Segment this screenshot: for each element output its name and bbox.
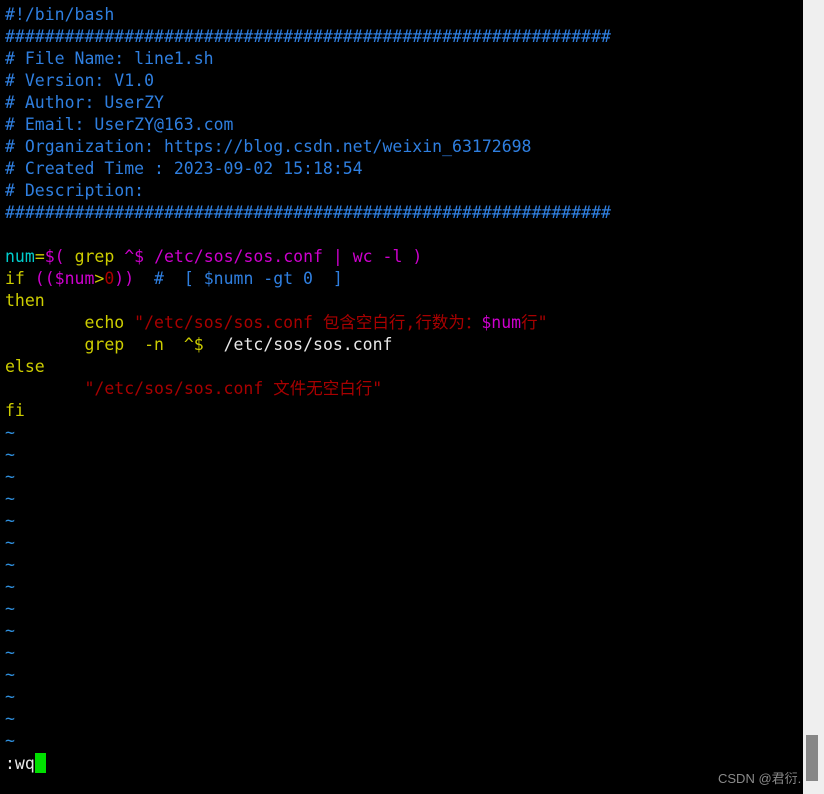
comparison-operator: > (94, 269, 105, 288)
code-line-email: # Email: UserZY@163.com (5, 114, 803, 136)
echo-keyword: echo (84, 313, 125, 332)
if-keyword: if (5, 269, 25, 288)
grep-flag-n: -n (124, 335, 164, 354)
vim-text-buffer[interactable]: #!/bin/bash ############################… (5, 4, 803, 752)
organization-comment: # Organization: https://blog.csdn.net/we… (5, 137, 532, 156)
echo-indent (5, 313, 84, 332)
if-condition-close: )) (114, 269, 135, 288)
csdn-watermark: CSDN @君衍. (718, 771, 802, 786)
empty-line-marker: ~ (5, 643, 15, 662)
else-message: "/etc/sos/sos.conf 文件无空白行" (84, 379, 383, 398)
code-line-else-string: "/etc/sos/sos.conf 文件无空白行" (5, 378, 803, 400)
code-line-version: # Version: V1.0 (5, 70, 803, 92)
empty-line-marker: ~ (5, 731, 15, 750)
grep-keyword: grep (84, 335, 125, 354)
grep-regex-pattern: ^$ (114, 247, 155, 266)
else-indent (5, 379, 84, 398)
code-line-organization: # Organization: https://blog.csdn.net/we… (5, 136, 803, 158)
empty-line-marker: ~ (5, 577, 15, 596)
assign-operator: = (34, 247, 45, 266)
code-line-fi: fi (5, 400, 803, 422)
empty-line-markers: ~ ~ ~ ~ ~ ~ ~ ~ ~ ~ ~ ~ ~ ~ ~ (5, 422, 803, 752)
empty-line-marker: ~ (5, 467, 15, 486)
comparison-value: 0 (104, 269, 115, 288)
separator-text-bottom: ########################################… (5, 203, 611, 222)
empty-line-marker: ~ (5, 511, 15, 530)
echo-variable: $num (481, 313, 522, 332)
code-line-separator-bottom: ########################################… (5, 202, 803, 224)
page-sidebar (803, 0, 824, 794)
grep-command: grep (74, 247, 115, 266)
vim-terminal-screen: #!/bin/bash ############################… (0, 0, 824, 794)
code-line-file-name: # File Name: line1.sh (5, 48, 803, 70)
version-comment: # Version: V1.0 (5, 71, 155, 90)
grep-indent (5, 335, 84, 354)
code-line-description: # Description: (5, 180, 803, 202)
empty-line-marker: ~ (5, 423, 15, 442)
author-comment: # Author: UserZY (5, 93, 164, 112)
code-line-shebang: #!/bin/bash (5, 4, 803, 26)
file-name-comment: # File Name: line1.sh (5, 49, 214, 68)
text-cursor (34, 753, 46, 773)
variable-name: num (5, 247, 35, 266)
empty-line-marker: ~ (5, 555, 15, 574)
terminal-window[interactable]: #!/bin/bash ############################… (0, 0, 803, 794)
code-line-separator-top: ########################################… (5, 26, 803, 48)
empty-line-marker: ~ (5, 533, 15, 552)
grep-file-path: /etc/sos/sos.conf (203, 335, 393, 354)
subshell-open: $( (44, 247, 75, 266)
created-time-comment: # Created Time : 2023-09-02 15:18:54 (5, 159, 363, 178)
echo-space (124, 313, 134, 332)
else-keyword: else (5, 357, 45, 376)
code-line-if: if (($num>0)) # [ $numn -gt 0 ] (5, 268, 803, 290)
empty-line-marker: ~ (5, 709, 15, 728)
then-keyword: then (5, 291, 45, 310)
code-line-grep: grep -n ^$ /etc/sos/sos.conf (5, 334, 803, 356)
code-line-assignment: num=$( grep ^$ /etc/sos/sos.conf | wc -l… (5, 246, 803, 268)
empty-line-marker: ~ (5, 687, 15, 706)
code-line-else: else (5, 356, 803, 378)
code-line-blank-1 (5, 224, 803, 246)
vertical-scrollbar-thumb[interactable] (806, 735, 818, 781)
if-condition-open: (($num (24, 269, 95, 288)
fi-keyword: fi (5, 401, 25, 420)
subshell-close: ) (412, 247, 423, 266)
code-line-then: then (5, 290, 803, 312)
code-line-echo: echo "/etc/sos/sos.conf 包含空白行,行数为：$num行" (5, 312, 803, 334)
empty-line-marker: ~ (5, 621, 15, 640)
echo-message-head: "/etc/sos/sos.conf 包含空白行,行数为： (134, 313, 482, 332)
code-line-author: # Author: UserZY (5, 92, 803, 114)
echo-message-tail: 行" (521, 313, 548, 332)
empty-line-marker: ~ (5, 599, 15, 618)
empty-line-marker: ~ (5, 445, 15, 464)
grep-target-path: /etc/sos/sos.conf | wc -l (154, 247, 413, 266)
description-comment: # Description: (5, 181, 145, 200)
if-inline-comment: # [ $numn -gt 0 ] (134, 269, 343, 288)
grep-pattern-blank-line: ^$ (163, 335, 204, 354)
command-line-text: :wq (5, 754, 35, 773)
empty-line-marker: ~ (5, 665, 15, 684)
vim-command-line[interactable]: :wq (5, 752, 46, 776)
email-comment: # Email: UserZY@163.com (5, 115, 234, 134)
code-line-created-time: # Created Time : 2023-09-02 15:18:54 (5, 158, 803, 180)
shebang-text: #!/bin/bash (5, 5, 115, 24)
separator-text-top: ########################################… (5, 27, 611, 46)
empty-line-marker: ~ (5, 489, 15, 508)
